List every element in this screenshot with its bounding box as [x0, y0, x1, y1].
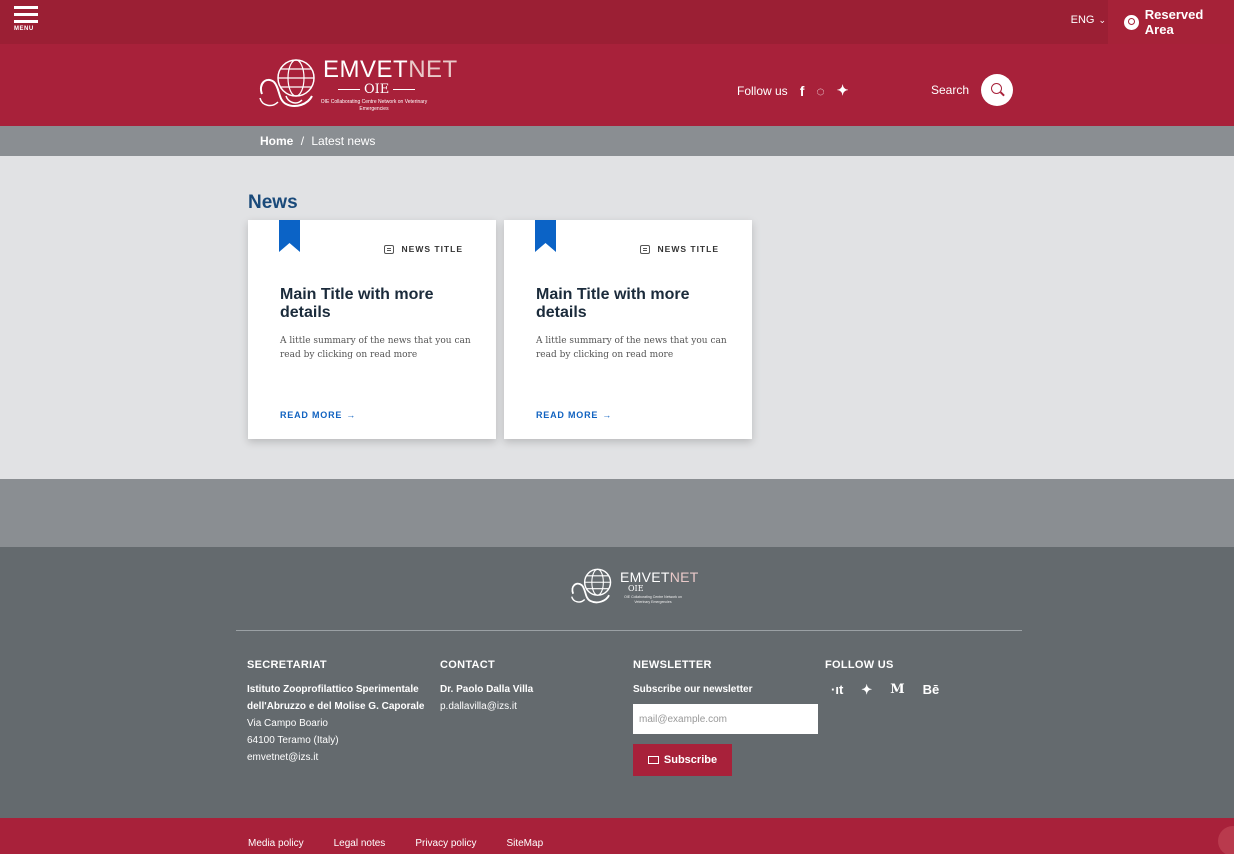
- document-icon: [383, 244, 394, 254]
- breadcrumb-current: Latest news: [311, 134, 376, 148]
- brand-net: NET: [408, 56, 458, 83]
- newsletter-email-input[interactable]: [633, 704, 818, 734]
- subscribe-label: Subscribe: [663, 754, 718, 766]
- secretariat-address-1: Via Campo Boario: [247, 718, 328, 729]
- top-bar: MENU ENG ⌄ Reserved Area: [0, 0, 1234, 44]
- brand-em: EMV: [323, 56, 377, 83]
- breadcrumb-separator: /: [300, 134, 305, 148]
- media-policy-link[interactable]: Media policy: [248, 838, 304, 849]
- brand-vet: ET: [376, 56, 409, 83]
- footer-logo[interactable]: EMVETNET OIE OIE Collaborating Centre Ne…: [568, 563, 708, 613]
- news-card-summary: A little summary of the news that you ca…: [280, 336, 471, 360]
- footer-follow: FOLLOW US ·ıt ✦ M Bē: [825, 657, 985, 698]
- language-label: ENG: [1070, 14, 1095, 26]
- behance-icon[interactable]: Bē: [923, 681, 940, 698]
- brand-vet: ET: [651, 569, 670, 585]
- medium-dots-icon[interactable]: ·ıt: [831, 681, 843, 698]
- logo-oie: OIE: [334, 82, 419, 97]
- chevron-down-icon: ⌄: [1098, 15, 1106, 25]
- footer-newsletter: NEWSLETTER Subscribe our newsletter Subs…: [633, 657, 823, 776]
- news-category: NEWS TITLE: [383, 244, 463, 254]
- news-card-summary: A little summary of the news that you ca…: [536, 336, 727, 360]
- twitter-icon[interactable]: ✦: [837, 82, 849, 99]
- news-card-title: Main Title with more details: [536, 286, 690, 321]
- reserved-area-button[interactable]: Reserved Area: [1108, 0, 1234, 44]
- footer-logo-tagline: OIE Collaborating Centre Network on Vete…: [624, 595, 682, 604]
- globe-animal-logo-icon: [259, 59, 315, 107]
- news-category-label: NEWS TITLE: [657, 244, 719, 254]
- globe-animal-logo-icon: [571, 568, 612, 604]
- footer-logo-brand: EMVETNET: [620, 569, 699, 585]
- brand-em: EMV: [620, 569, 652, 585]
- secretariat-heading: SECRETARIAT: [247, 659, 327, 671]
- read-more-label: READ MORE: [536, 410, 599, 420]
- hamburger-icon: [14, 6, 38, 9]
- language-selector[interactable]: ENG ⌄: [1071, 14, 1106, 26]
- reserved-area-label: Reserved Area: [1144, 7, 1204, 37]
- site-header: EMVETNET OIE OIE Collaborating Centre Ne…: [0, 44, 1234, 126]
- grey-band: [0, 479, 1234, 547]
- footer-social-icons: ·ıt ✦ M Bē: [825, 681, 985, 698]
- arrow-right-icon: →: [346, 410, 357, 420]
- logo-tagline: OIE Collaborating Centre Network on Vete…: [320, 99, 428, 112]
- header-search: Search: [931, 74, 1014, 106]
- privacy-policy-link[interactable]: Privacy policy: [415, 838, 476, 849]
- bookmark-icon: [535, 220, 556, 252]
- page-title: News: [248, 192, 298, 213]
- medium-icon[interactable]: M: [890, 681, 904, 698]
- footer-contact: CONTACT Dr. Paolo Dalla Villa p.dallavil…: [440, 657, 610, 715]
- read-more-label: READ MORE: [280, 410, 343, 420]
- footer-secretariat: SECRETARIAT Istituto Zooprofilattico Spe…: [247, 657, 437, 766]
- news-card-title: Main Title with more details: [280, 286, 434, 321]
- news-category-label: NEWS TITLE: [401, 244, 463, 254]
- read-more-link[interactable]: READ MORE →: [280, 410, 356, 420]
- menu-label: MENU: [14, 26, 34, 32]
- read-more-link[interactable]: READ MORE →: [536, 410, 612, 420]
- contact-heading: CONTACT: [440, 659, 496, 671]
- newsletter-text: Subscribe our newsletter: [633, 684, 753, 695]
- newsletter-heading: NEWSLETTER: [633, 659, 712, 671]
- github-icon[interactable]: ◌: [816, 83, 824, 99]
- arrow-right-icon: →: [602, 410, 613, 420]
- legal-notes-link[interactable]: Legal notes: [334, 838, 386, 849]
- sitemap-link[interactable]: SiteMap: [506, 838, 543, 849]
- logo-brand: EMVETNET: [323, 56, 458, 84]
- search-label: Search: [931, 83, 970, 97]
- facebook-icon[interactable]: f: [800, 83, 805, 99]
- secretariat-email[interactable]: emvetnet@izs.it: [247, 749, 437, 766]
- brand-net: NET: [669, 569, 699, 585]
- user-icon: [1124, 14, 1139, 30]
- news-category: NEWS TITLE: [639, 244, 719, 254]
- news-card[interactable]: NEWS TITLE Main Title with more details …: [504, 220, 752, 439]
- twitter-icon[interactable]: ✦: [861, 681, 872, 698]
- breadcrumb: Home / Latest news: [260, 134, 375, 148]
- site-footer: EMVETNET OIE OIE Collaborating Centre Ne…: [0, 547, 1234, 818]
- hamburger-icon-line: [14, 20, 38, 23]
- follow-label: Follow us: [737, 83, 788, 98]
- contact-name: Dr. Paolo Dalla Villa: [440, 684, 534, 695]
- hamburger-icon-line: [14, 13, 38, 16]
- menu-button[interactable]: MENU: [14, 6, 44, 38]
- follow-heading: FOLLOW US: [825, 659, 894, 671]
- search-icon[interactable]: [981, 74, 1014, 106]
- breadcrumb-home[interactable]: Home: [260, 134, 293, 148]
- footer-logo-oie: OIE: [628, 584, 644, 593]
- secretariat-address-2: 64100 Teramo (Italy): [247, 735, 339, 746]
- bottom-bar: Media policy Legal notes Privacy policy …: [0, 818, 1234, 854]
- header-follow: Follow us f ◌ ✦: [737, 82, 848, 99]
- secretariat-org: Istituto Zooprofilattico Sperimentale de…: [247, 684, 425, 712]
- mail-icon: [647, 756, 659, 764]
- subscribe-button[interactable]: Subscribe: [633, 744, 732, 776]
- footer-links: Media policy Legal notes Privacy policy …: [248, 838, 543, 849]
- site-logo[interactable]: EMVETNET OIE OIE Collaborating Centre Ne…: [256, 54, 457, 118]
- breadcrumb-bar: Home / Latest news: [0, 126, 1234, 156]
- contact-email[interactable]: p.dallavilla@izs.it: [440, 698, 610, 715]
- bookmark-icon: [279, 220, 300, 252]
- news-card[interactable]: NEWS TITLE Main Title with more details …: [248, 220, 496, 439]
- footer-divider: [236, 630, 1022, 631]
- document-icon: [639, 244, 650, 254]
